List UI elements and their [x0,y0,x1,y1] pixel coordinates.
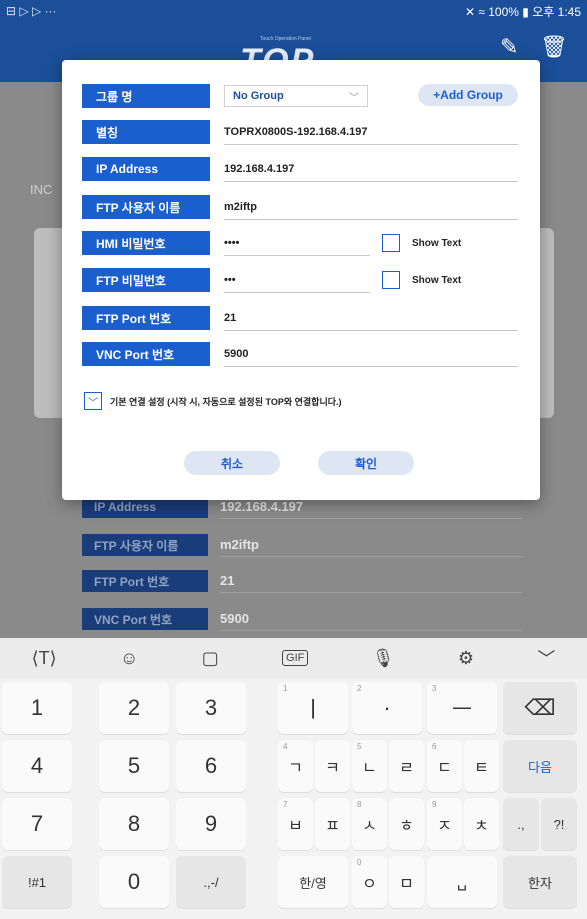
ok-button[interactable]: 확인 [318,451,414,475]
status-bar: ⊟ ▷ ▷ ··· ✕ ≈ 100% ▮ 오후 1:45 [0,0,587,22]
ftp-port-input[interactable]: 21 [224,306,518,331]
backspace-key[interactable]: ⌫ [503,682,577,734]
auto-connect-row: ﹀ 기본 연결 설정 (시작 시, 자동으로 설정된 TOP와 연결합니다.) [84,392,342,410]
key-kr[interactable]: ㅁ [389,856,424,908]
key-9[interactable]: 9 [176,798,246,850]
settings-icon[interactable]: ⚙ [458,648,474,669]
alias-label: 별칭 [82,120,210,144]
text-cursor-icon[interactable]: ⟨T⟩ [32,648,57,669]
group-select-value: No Group [233,90,284,102]
hanja-key[interactable]: 한자 [503,856,577,908]
key-8[interactable]: 8 [99,798,169,850]
trash-icon[interactable]: 🗑 [540,34,568,59]
alias-row: 별칭 TOPRX0800S-192.168.4.197 [82,120,518,145]
status-right: ✕ ≈ 100% ▮ 오후 1:45 [464,4,581,19]
collapse-icon[interactable]: ﹀ [537,645,555,671]
background-row: VNC Port 번호 5900 [82,608,522,631]
key-3[interactable]: 3 [176,682,246,734]
key-lang-toggle[interactable]: 한/영 [278,856,348,908]
key-punct-2[interactable]: ., [503,798,539,850]
key-kr[interactable]: ㄹ [389,740,424,792]
mic-icon[interactable]: 🎙 [372,648,395,669]
key-punct-3[interactable]: ?! [541,798,577,850]
ftp-user-input[interactable]: m2iftp [224,195,518,220]
key-kr[interactable]: 5ㄴ [352,740,387,792]
next-key[interactable]: 다음 [503,740,577,792]
keyboard: 1 2 3 4 5 6 7 8 9 !#1 0 .,-/ 1ㅣ 2 · 3ㅡ 4ㄱ… [0,678,587,919]
ftp-password-row: FTP 비밀번호 ••• Show Text [82,268,518,293]
background-row: FTP 사용자 이름 m2iftp [82,534,522,557]
ftp-port-label: FTP Port 번호 [82,306,210,330]
key-punct[interactable]: .,-/ [176,856,246,908]
ip-row: IP Address 192.168.4.197 [82,157,518,182]
keyboard-toolbar: ⟨T⟩ ☺ ▢ GIF 🎙 ⚙ ﹀ [0,638,587,678]
group-label: 그룹 명 [82,84,210,108]
background-inc-text: INC [30,182,53,197]
ftp-user-label: FTP 사용자 이름 [82,195,210,219]
backspace-icon: ⌫ [524,695,556,720]
alias-input[interactable]: TOPRX0800S-192.168.4.197 [224,120,518,145]
key-kr[interactable]: 1ㅣ [278,682,348,734]
gif-icon[interactable]: GIF [282,650,309,666]
key-kr[interactable]: 0ㅇ [352,856,387,908]
auto-connect-label: 기본 연결 설정 (시작 시, 자동으로 설정된 TOP와 연결합니다.) [110,396,342,407]
background-label: VNC Port 번호 [82,608,208,630]
hmi-password-label: HMI 비밀번호 [82,231,210,255]
background-value: 5900 [220,608,522,631]
background-row: FTP Port 번호 21 [82,570,522,593]
hmi-show-text-checkbox[interactable] [382,234,400,252]
background-value: 21 [220,570,522,593]
key-kr[interactable]: 6ㄷ [427,740,462,792]
status-left-icons: ⊟ ▷ ▷ ··· [6,4,57,18]
background-label: FTP 사용자 이름 [82,534,208,556]
ip-label: IP Address [82,157,210,181]
vnc-port-input[interactable]: 5900 [224,342,518,367]
sticker-icon[interactable]: ▢ [202,648,219,669]
key-1[interactable]: 1 [2,682,72,734]
key-kr[interactable]: ㅎ [389,798,424,850]
hmi-password-row: HMI 비밀번호 •••• Show Text [82,231,518,256]
chevron-down-icon: ﹀ [349,92,359,104]
group-row: 그룹 명 No Group ﹀ +Add Group [82,84,518,108]
ftp-port-row: FTP Port 번호 21 [82,306,518,331]
vnc-port-row: VNC Port 번호 5900 [82,342,518,367]
key-7[interactable]: 7 [2,798,72,850]
key-symbols[interactable]: !#1 [2,856,72,908]
hmi-password-input[interactable]: •••• [224,231,370,256]
key-kr[interactable]: 8ㅅ [352,798,387,850]
ftp-password-label: FTP 비밀번호 [82,268,210,292]
emoji-icon[interactable]: ☺ [120,648,138,669]
ftp-show-text-checkbox[interactable] [382,271,400,289]
key-kr[interactable]: 7ㅂ [278,798,313,850]
group-select[interactable]: No Group ﹀ [224,85,368,107]
key-kr[interactable]: 9ㅈ [427,798,462,850]
key-space[interactable]: ␣ [427,856,497,908]
key-kr[interactable]: ㅊ [464,798,499,850]
background-label: FTP Port 번호 [82,570,208,592]
vnc-port-label: VNC Port 번호 [82,342,210,366]
key-5[interactable]: 5 [99,740,169,792]
cancel-button[interactable]: 취소 [184,451,280,475]
hmi-show-text-label: Show Text [412,237,462,249]
ftp-user-row: FTP 사용자 이름 m2iftp [82,195,518,220]
connection-dialog: 그룹 명 No Group ﹀ +Add Group 별칭 TOPRX0800S… [62,60,540,500]
key-kr[interactable]: ㅋ [315,740,350,792]
key-4[interactable]: 4 [2,740,72,792]
background-value: m2iftp [220,534,522,557]
key-kr[interactable]: 2 · [352,682,422,734]
key-6[interactable]: 6 [176,740,246,792]
key-kr[interactable]: ㅍ [315,798,350,850]
auto-connect-checkbox[interactable]: ﹀ [84,392,102,410]
add-group-button[interactable]: +Add Group [418,84,518,106]
key-0[interactable]: 0 [99,856,169,908]
ftp-show-text-label: Show Text [412,274,462,286]
ftp-password-input[interactable]: ••• [224,268,370,293]
key-kr[interactable]: ㅌ [464,740,499,792]
key-2[interactable]: 2 [99,682,169,734]
key-kr[interactable]: 4ㄱ [278,740,313,792]
edit-icon[interactable]: ✎ [500,34,524,59]
ip-input[interactable]: 192.168.4.197 [224,157,518,182]
key-kr[interactable]: 3ㅡ [427,682,497,734]
